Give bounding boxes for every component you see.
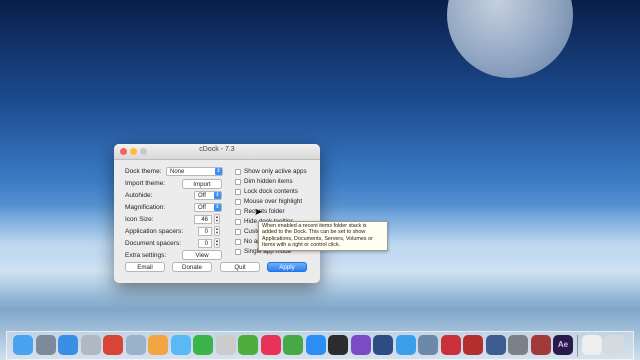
dim-hidden-items-checkbox[interactable]: [235, 179, 241, 185]
lock-dock-contents-checkbox[interactable]: [235, 189, 241, 195]
view-button[interactable]: View: [182, 250, 222, 260]
icon-size-stepper[interactable]: ▲ ▼: [214, 214, 220, 224]
apply-button[interactable]: Apply: [267, 262, 307, 272]
icon-size-label: Icon Size:: [125, 216, 154, 223]
photobooth-icon[interactable]: [440, 335, 461, 355]
photos-icon[interactable]: [148, 335, 168, 355]
recents-folder-checkbox[interactable]: [235, 209, 241, 215]
appstore-icon[interactable]: [305, 335, 326, 355]
checkbox-label: Mouse over highlight: [244, 198, 303, 205]
vlc-icon[interactable]: [215, 335, 236, 355]
twitter-icon[interactable]: [395, 335, 416, 355]
dashboard-icon[interactable]: [80, 335, 101, 355]
safari-icon[interactable]: [58, 335, 78, 355]
mouse-over-highlight-checkbox[interactable]: [235, 199, 241, 205]
utorrent-icon[interactable]: [238, 335, 258, 355]
icon-size-field[interactable]: 46: [194, 215, 212, 224]
dock-separator: [576, 335, 578, 357]
application-spacers-stepper[interactable]: ▲ ▼: [214, 226, 220, 236]
cdock-window: cDock - 7.3 Dock theme: None ⇕ Import th…: [114, 144, 320, 283]
document-spacers-label: Document spacers:: [125, 240, 181, 247]
dock-theme-label: Dock theme:: [125, 168, 162, 175]
application-spacers-field[interactable]: 0: [198, 227, 212, 236]
timemachine-icon[interactable]: [530, 335, 551, 355]
checkbox-label: Show only active apps: [244, 168, 307, 175]
autohide-select[interactable]: Off ⇕: [194, 191, 222, 200]
custom-checkbox[interactable]: [235, 229, 241, 235]
import-theme-label: Import theme:: [125, 180, 166, 187]
preview-icon[interactable]: [418, 335, 438, 355]
mouse-pointer-icon: ➤: [254, 207, 263, 218]
trash-icon[interactable]: [604, 335, 624, 355]
chevron-updown-icon: ⇕: [214, 204, 221, 211]
dock: Ae: [6, 331, 634, 360]
keynote-icon[interactable]: [485, 335, 506, 355]
window-title: cDock - 7.3: [199, 146, 235, 153]
email-button[interactable]: Email: [125, 262, 165, 272]
evernote-icon[interactable]: [283, 335, 303, 355]
autohide-value: Off: [198, 193, 206, 199]
desktop-wallpaper: [0, 0, 640, 360]
single-app-mode-checkbox[interactable]: [235, 249, 241, 255]
show-only-active-apps-checkbox[interactable]: [235, 169, 241, 175]
checkbox-label: Dim hidden items: [244, 178, 293, 185]
moon-image: [447, 0, 573, 78]
imovie-icon[interactable]: [350, 335, 371, 355]
document-spacers-field[interactable]: 0: [198, 239, 212, 248]
sysprefs-icon[interactable]: [508, 335, 528, 355]
quicktime-icon[interactable]: [373, 335, 393, 355]
recents-folder-tooltip: When enabled a recent items folder stack…: [258, 221, 388, 251]
checkbox-label: Recents folder: [244, 208, 285, 215]
checkbox-label: Lock dock contents: [244, 188, 298, 195]
facetime-icon[interactable]: [193, 335, 213, 355]
title-bar[interactable]: cDock - 7.3: [114, 144, 320, 160]
no-ap-checkbox[interactable]: [235, 239, 241, 245]
quit-button[interactable]: Quit: [220, 262, 260, 272]
autohide-label: Autohide:: [125, 192, 153, 199]
magnification-value: Off: [198, 205, 206, 211]
finalcut-icon[interactable]: [328, 335, 348, 355]
finder-icon[interactable]: [13, 335, 33, 355]
import-button[interactable]: Import: [182, 179, 222, 189]
extra-settings-label: Extra settings:: [125, 252, 167, 259]
photoshop-icon[interactable]: [463, 335, 483, 355]
aftereffects-icon[interactable]: Ae: [553, 335, 573, 355]
chevron-updown-icon: ⇕: [215, 168, 222, 175]
document-icon[interactable]: [581, 335, 602, 355]
messages-icon[interactable]: [170, 335, 191, 355]
itunes-icon[interactable]: [260, 335, 281, 355]
application-spacers-label: Application spacers:: [125, 228, 184, 235]
chevron-updown-icon: ⇕: [214, 192, 221, 199]
magnification-label: Magnification:: [125, 204, 166, 211]
photo-icon[interactable]: [125, 335, 146, 355]
tooltip-line: Items with a right or control click.: [262, 242, 341, 249]
launchpad-icon[interactable]: [35, 335, 56, 355]
magnification-select[interactable]: Off ⇕: [194, 203, 222, 212]
document-spacers-stepper[interactable]: ▲ ▼: [214, 238, 220, 248]
dock-theme-select[interactable]: None ⇕: [166, 167, 223, 176]
donate-button[interactable]: Donate: [172, 262, 212, 272]
hide-dock-tooltips-checkbox[interactable]: [235, 219, 241, 225]
dock-theme-value: None: [170, 169, 185, 175]
chrome-icon[interactable]: [103, 335, 123, 355]
